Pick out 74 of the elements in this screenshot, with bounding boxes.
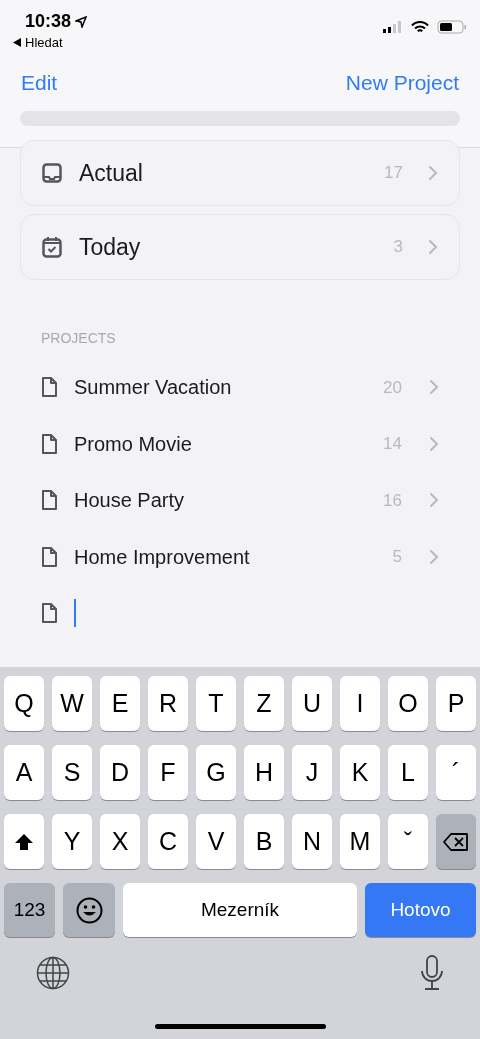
project-row[interactable]: Summer Vacation 20 [41,359,439,416]
shift-arrow-icon [14,832,34,851]
item-count: 16 [383,489,402,512]
item-count: 17 [384,162,403,185]
keyboard-key[interactable]: L [388,745,428,800]
keyboard-key[interactable]: V [196,814,236,869]
backspace-icon [443,832,469,851]
chevron-icon [429,435,439,452]
wifi-icon [411,20,429,34]
keyboard-key[interactable]: ˇ [388,814,428,869]
document-icon [41,546,57,567]
project-row[interactable]: House Party 16 [41,472,439,529]
backspace-key[interactable] [436,814,476,869]
keyboard-key[interactable]: R [148,676,188,731]
item-count: 20 [383,376,402,399]
keyboard-key[interactable]: P [436,676,476,731]
new-project-button[interactable]: New Project [345,67,459,99]
item-count: 14 [383,433,402,455]
smart-list-row[interactable]: Today 3 [20,214,460,280]
globe-icon[interactable] [36,956,70,990]
numbers-key[interactable]: 123 [4,883,55,937]
location-arrow-icon [75,15,88,28]
chevron-icon [429,492,439,509]
keyboard-key[interactable]: A [4,745,44,800]
keyboard-key[interactable]: N [292,814,332,869]
document-icon [41,433,57,454]
keyboard-key[interactable]: Y [52,814,92,869]
space-key[interactable]: Mezerník [123,883,357,937]
document-icon [41,603,57,623]
project-row[interactable]: Home Improvement 5 [41,528,439,585]
keyboard-key[interactable]: U [292,676,332,731]
keyboard-key[interactable]: E [100,676,140,731]
keyboard-key[interactable]: J [292,745,332,800]
keyboard-key[interactable]: M [340,814,380,869]
keyboard-key[interactable]: T [196,676,236,731]
calendar-icon [42,236,62,258]
section-header: PROJECTS [41,329,117,348]
smart-list-row[interactable]: Actual 17 [20,140,460,206]
keyboard-key[interactable]: D [100,745,140,800]
document-icon [41,490,57,511]
keyboard-key[interactable]: C [148,814,188,869]
keyboard-key[interactable]: Z [244,676,284,731]
chevron-icon [428,239,438,255]
signal-icon [383,21,403,33]
keyboard-key[interactable]: H [244,745,284,800]
keyboard-key[interactable]: F [148,745,188,800]
battery-icon [437,20,467,34]
edit-button[interactable]: Edit [21,67,58,99]
back-to-app-link[interactable]: Hledat [13,33,88,53]
keyboard-key[interactable]: K [340,745,380,800]
keyboard-key[interactable]: I [340,676,380,731]
emoji-key[interactable] [63,883,115,937]
keyboard-key[interactable]: S [52,745,92,800]
keyboard-key[interactable]: X [100,814,140,869]
clock-time: 10:38 [25,10,72,33]
chevron-icon [429,548,439,565]
keyboard-key[interactable]: B [244,814,284,869]
chevron-icon [429,379,439,396]
shift-key[interactable] [4,814,44,869]
done-key[interactable]: Hotovo [365,883,476,937]
smiley-icon [75,896,103,924]
document-icon [41,377,57,398]
item-count: 3 [393,236,403,259]
keyboard-key[interactable]: ´ [436,745,476,800]
keyboard-key[interactable]: G [196,745,236,800]
project-row[interactable]: Promo Movie 14 [41,415,439,472]
keyboard-key[interactable]: Q [4,676,44,731]
tray-icon [42,163,62,183]
keyboard-key[interactable]: O [388,676,428,731]
item-count: 5 [392,546,402,568]
chevron-icon [428,165,438,181]
microphone-icon[interactable] [420,955,444,991]
keyboard-key[interactable]: W [52,676,92,731]
back-triangle-icon [13,38,21,48]
